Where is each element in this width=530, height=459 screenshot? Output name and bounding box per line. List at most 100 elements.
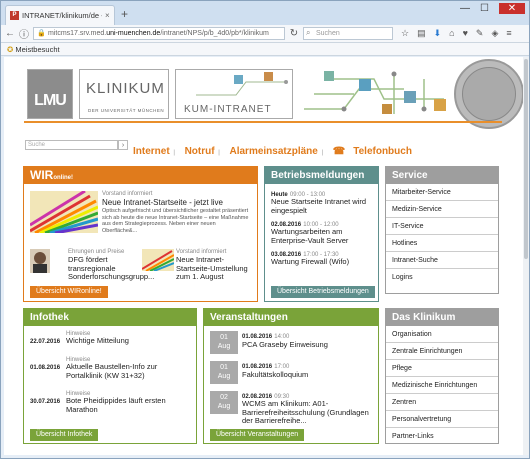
betriebsmeldungen-header: Betriebsmeldungen xyxy=(265,167,378,184)
service-item[interactable]: Medizin-Service xyxy=(386,201,498,218)
link-notruf[interactable]: Notruf xyxy=(179,146,215,157)
lock-icon: 🔒 xyxy=(37,30,46,37)
wir-online-panel: WIRonline! Vorstand informiert Neue Intr… xyxy=(23,166,258,302)
bookmark-star-icon[interactable]: ☆ xyxy=(401,28,409,39)
browser-tab[interactable]: P INTRANET/klinikum/de - I... × xyxy=(5,5,115,25)
favicon-icon: P xyxy=(10,11,19,20)
scrollbar-thumb[interactable] xyxy=(524,59,528,259)
maximize-button[interactable]: ☐ xyxy=(480,3,489,14)
wir-online-header: WIRonline! xyxy=(24,167,257,184)
addon-icon[interactable]: ✎ xyxy=(476,28,484,39)
vertical-scrollbar[interactable] xyxy=(523,57,529,455)
klinikum-item[interactable]: Organisation xyxy=(386,326,498,343)
item-link[interactable]: Aktuelle Baustellen-Info zur Portalklini… xyxy=(66,362,194,380)
cal-month: Aug xyxy=(217,373,231,380)
klinikum-item[interactable]: Personalvertretung xyxy=(386,411,498,428)
person-image xyxy=(30,249,50,273)
overview-betrieb-button[interactable]: Übersicht Betriebsmeldungen xyxy=(271,286,375,298)
kum-intranet-text: KUM-INTRANET xyxy=(184,104,272,115)
kum-intranet-box: KUM-INTRANET xyxy=(175,69,293,119)
link-alarmeinsatzplaene[interactable]: Alarmeinsatzpläne xyxy=(223,146,317,157)
overview-infothek-button[interactable]: Übersicht Infothek xyxy=(30,429,99,441)
item-date: 22.07.2016 xyxy=(30,339,61,345)
item-link[interactable]: Wartungsarbeiten am Enterprise-Vault Ser… xyxy=(271,227,375,245)
item-link[interactable]: Wichtige Mitteilung xyxy=(66,336,194,346)
klinikum-logo[interactable]: KLINIKUM DER UNIVERSITÄT MÜNCHEN xyxy=(79,69,169,119)
betrieb-item: Heute 09:00 - 13:00 Neue Startseite Intra… xyxy=(271,189,375,215)
top-links: Internet | Notruf | Alarmeinsatzpläne | … xyxy=(126,143,413,160)
infothek-item: 30.07.2016 Hinweise Bote Pheidippides läuf… xyxy=(30,391,194,414)
cal-month: Aug xyxy=(217,403,231,410)
service-item[interactable]: IT-Service xyxy=(386,218,498,235)
address-bar[interactable]: 🔒 mitcms17.srv.med.uni-muenchen.de/intran… xyxy=(33,27,285,40)
menu-icon[interactable]: ≡ xyxy=(506,28,511,39)
tab-close-icon[interactable]: × xyxy=(105,11,110,20)
close-window-button[interactable]: ✕ xyxy=(499,3,525,14)
tab-title: INTRANET/klinikum/de - I... xyxy=(22,11,102,20)
minimize-button[interactable]: — xyxy=(460,3,470,14)
klinikum-item[interactable]: Zentren xyxy=(386,394,498,411)
service-item[interactable]: Hotlines xyxy=(386,235,498,252)
article-title-link[interactable]: Neue Intranet-Startseite-Umstellung zum … xyxy=(176,255,256,282)
home-icon[interactable]: ⌂ xyxy=(449,28,454,39)
tab-bar: P INTRANET/klinikum/de - I... × + — ☐ ✕ xyxy=(1,1,529,25)
service-item[interactable]: Intranet-Suche xyxy=(386,252,498,269)
infothek-item: 01.08.2016 Hinweise Aktuelle Baustellen-In… xyxy=(30,357,194,380)
cal-day: 01 xyxy=(220,334,228,341)
pocket-icon[interactable]: ♥ xyxy=(463,28,468,39)
link-telefonbuch[interactable]: Telefonbuch xyxy=(347,146,412,157)
back-icon[interactable]: ← xyxy=(5,28,15,39)
pencils-thumbnail xyxy=(142,249,174,271)
service-header: Service xyxy=(386,167,498,184)
extension-icon[interactable]: ◈ xyxy=(491,28,498,39)
pencils-image xyxy=(30,191,98,233)
reader-icon[interactable]: ▤ xyxy=(417,28,426,39)
service-item[interactable]: Logins xyxy=(386,269,498,286)
page-content: LMU KLINIKUM DER UNIVERSITÄT MÜNCHEN KUM-… xyxy=(4,57,523,455)
lmu-logo[interactable]: LMU xyxy=(27,69,73,119)
url-domain: uni-muenchen.de xyxy=(106,30,161,37)
site-search-input[interactable]: Suche xyxy=(25,140,118,150)
reload-icon[interactable]: ↻ xyxy=(289,28,299,39)
new-tab-button[interactable]: + xyxy=(121,7,128,21)
klinikum-item[interactable]: Partner-Links xyxy=(386,428,498,445)
article-title-link[interactable]: Neue Intranet-Startseite - jetzt live xyxy=(102,198,223,207)
toolbar-icons: ☆ ▤ ⬇ ⌂ ♥ ✎ ◈ ≡ xyxy=(401,28,512,39)
download-icon[interactable]: ⬇ xyxy=(434,28,442,39)
url-path: /intranet/NPS/p/b_4d0/pb*/klinikum xyxy=(160,30,269,37)
klinikum-header: Das Klinikum xyxy=(386,309,498,326)
bookmarks-bar: ✪ Meistbesucht xyxy=(1,43,529,56)
item-link[interactable]: Neue Startseite Intranet wird eingespiel… xyxy=(271,197,375,215)
klinikum-item[interactable]: Pflege xyxy=(386,360,498,377)
window-controls: — ☐ ✕ xyxy=(460,3,525,14)
klinikum-item[interactable]: Medizinische Einrichtungen xyxy=(386,377,498,394)
event-item: 02.08.2016 09:30 WCMS am Klinikum: A01-Ba… xyxy=(242,391,376,426)
item-link[interactable]: Bote Pheidippides läuft ersten Marathon xyxy=(66,396,194,414)
overview-wir-button[interactable]: Übersicht WIRonline! xyxy=(30,286,108,298)
item-link[interactable]: Fakultätskolloquium xyxy=(242,370,376,379)
article-teaser: Optisch aufgefrischt und übersichtlicher… xyxy=(102,208,249,234)
infothek-panel: Infothek 22.07.2016 Hinweise Wichtige Mitt… xyxy=(23,308,197,444)
infothek-item: 22.07.2016 Hinweise Wichtige Mitteilung xyxy=(30,331,194,346)
service-item[interactable]: Mitarbeiter-Service xyxy=(386,184,498,201)
item-date: 30.07.2016 xyxy=(30,399,61,405)
overview-events-button[interactable]: Übersicht Veranstaltungen xyxy=(210,429,305,441)
link-internet[interactable]: Internet xyxy=(127,146,170,157)
url-prefix: mitcms17.srv.med. xyxy=(48,30,107,37)
item-link[interactable]: PCA Graseby Einweisung xyxy=(242,340,376,349)
search-input[interactable]: ⌕ Suchen xyxy=(303,27,393,40)
navigation-bar: ← ⓘ 🔒 mitcms17.srv.med.uni-muenchen.de/in… xyxy=(1,25,529,43)
wir-title-sup: online! xyxy=(53,175,73,181)
bookmark-meistbesucht[interactable]: Meistbesucht xyxy=(15,45,59,54)
klinikum-item[interactable]: Zentrale Einrichtungen xyxy=(386,343,498,360)
item-link[interactable]: WCMS am Klinikum: A01-Barrierefreiheitss… xyxy=(242,399,376,426)
item-link[interactable]: Wartung Firewall (Wifo) xyxy=(271,257,375,267)
cal-day: 02 xyxy=(220,394,228,401)
klinikum-sub-text: DER UNIVERSITÄT MÜNCHEN xyxy=(88,108,165,113)
bookmark-icon: ✪ xyxy=(7,45,14,54)
phone-icon: ☎ xyxy=(332,146,346,157)
veranstaltungen-header: Veranstaltungen xyxy=(204,309,378,326)
info-icon[interactable]: ⓘ xyxy=(19,26,29,41)
calendar-date-icon: 01 Aug xyxy=(210,361,238,384)
wir-title: WIR xyxy=(30,168,54,182)
